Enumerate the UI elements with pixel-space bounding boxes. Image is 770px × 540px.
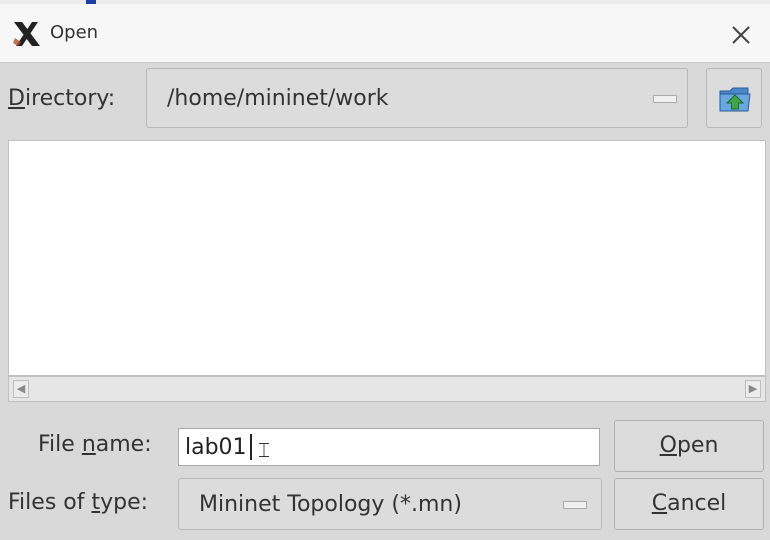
horizontal-scrollbar[interactable]: ◀ ▶ bbox=[8, 376, 766, 402]
cancel-button[interactable]: Cancel bbox=[614, 478, 764, 530]
close-icon[interactable] bbox=[726, 20, 756, 50]
x11-app-icon bbox=[13, 22, 40, 46]
file-type-value: Mininet Topology (*.mn) bbox=[199, 492, 462, 517]
file-name-input[interactable] bbox=[178, 428, 600, 466]
ibeam-cursor-icon: ⌶ bbox=[258, 438, 270, 462]
directory-label: Directory: bbox=[8, 86, 116, 111]
file-name-label: File name: bbox=[38, 432, 152, 457]
files-of-type-label: Files of type: bbox=[8, 490, 149, 515]
dropdown-handle-icon[interactable] bbox=[563, 501, 587, 509]
folder-up-icon bbox=[719, 87, 751, 112]
open-button[interactable]: Open bbox=[614, 420, 764, 472]
directory-path: /home/mininet/work bbox=[167, 86, 389, 111]
dropdown-handle-icon[interactable] bbox=[653, 95, 677, 103]
text-caret bbox=[250, 434, 252, 460]
window-title: Open bbox=[50, 22, 99, 43]
scroll-left-icon[interactable]: ◀ bbox=[13, 380, 29, 398]
files-of-type-combobox[interactable]: Mininet Topology (*.mn) bbox=[178, 478, 602, 530]
scroll-right-icon[interactable]: ▶ bbox=[745, 380, 761, 398]
directory-combobox[interactable]: /home/mininet/work bbox=[146, 68, 688, 128]
parent-directory-button[interactable] bbox=[706, 68, 762, 128]
file-list[interactable] bbox=[8, 140, 766, 376]
title-bar[interactable]: Open bbox=[0, 4, 770, 63]
